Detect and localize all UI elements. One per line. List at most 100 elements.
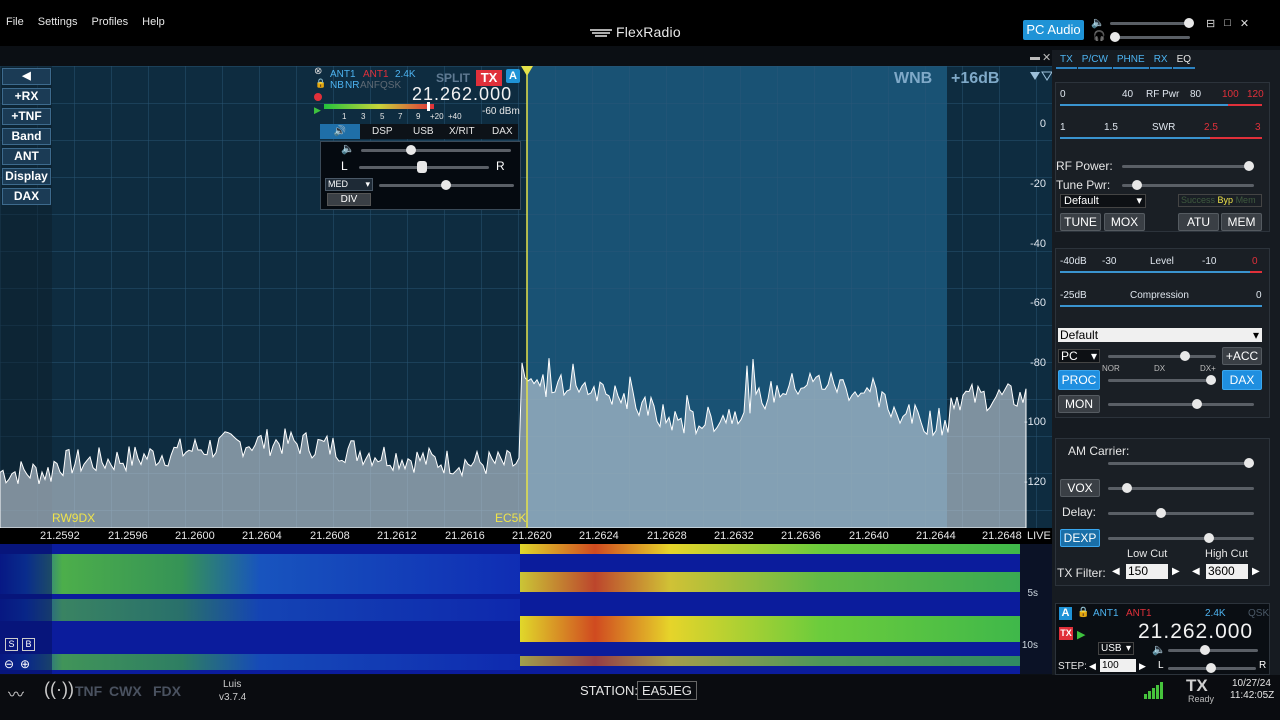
mon-button[interactable]: MON [1058, 395, 1100, 413]
tx-profile-select[interactable]: Default ▾ [1060, 194, 1146, 208]
mini-qsk[interactable]: QSK [1248, 608, 1269, 619]
wnb-indicator[interactable]: WNB [894, 70, 932, 88]
tune-button[interactable]: TUNE [1060, 213, 1101, 231]
dsp-tab[interactable]: DSP [372, 126, 393, 137]
proc-level-slider[interactable] [1108, 375, 1216, 385]
close-slice-icon[interactable]: ⊗ [314, 66, 322, 77]
frequency-scale[interactable]: 21.2592 21.2596 21.2600 21.2604 21.2608 … [0, 528, 1052, 544]
station-name[interactable]: EA5JEG [637, 681, 697, 700]
record-icon[interactable] [314, 93, 322, 101]
mini-speaker-icon[interactable]: 🔈 [1152, 643, 1166, 656]
step-increase-icon[interactable]: ▶ [1139, 661, 1146, 672]
mini-pan-slider[interactable] [1168, 663, 1256, 673]
monitor-volume-slider[interactable] [1108, 399, 1254, 409]
ant-button[interactable]: ANT [2, 148, 51, 165]
volume-speaker-icon[interactable]: 🔈 [341, 142, 355, 155]
spot-label[interactable]: RW9DX [52, 511, 95, 525]
high-cut-input[interactable]: 3600 [1206, 564, 1248, 579]
band-button[interactable]: Band [2, 128, 51, 145]
nb-flag[interactable]: NB [330, 80, 344, 91]
zoom-out-icon[interactable]: ⊖ [4, 657, 14, 671]
step-input[interactable]: 100 [1100, 659, 1136, 672]
anf-flag[interactable]: ANF [360, 80, 380, 91]
add-tnf-button[interactable]: +TNF [2, 108, 51, 125]
audio-tab-speaker-icon[interactable]: 🔊 [320, 124, 360, 139]
div-button[interactable]: DIV [327, 193, 371, 206]
slice-volume-slider[interactable] [361, 145, 511, 155]
filter-width[interactable]: 2.4K [395, 69, 416, 80]
dax-tx-button[interactable]: DAX [1222, 370, 1262, 390]
proc-button[interactable]: PROC [1058, 370, 1100, 390]
dexp-button[interactable]: DEXP [1060, 529, 1100, 547]
maximize-icon[interactable]: □ [1224, 17, 1231, 30]
tab-eq[interactable]: EQ [1172, 52, 1196, 69]
tnf-toggle[interactable]: TNF [75, 683, 102, 699]
zoom-in-icon[interactable]: ⊕ [20, 657, 30, 671]
split-button[interactable]: SPLIT [436, 71, 470, 85]
mini-filter-width[interactable]: 2.4K [1205, 608, 1226, 619]
dax-button[interactable]: DAX [2, 188, 51, 205]
mini-play-icon[interactable]: ▶ [1077, 628, 1085, 641]
mode-tab[interactable]: USB [413, 126, 434, 137]
agc-threshold-slider[interactable] [379, 180, 514, 190]
mini-rx-antenna[interactable]: ANT1 [1093, 608, 1119, 619]
slice-pan-slider[interactable] [359, 161, 489, 173]
tab-pcw[interactable]: P/CW [1077, 52, 1112, 69]
low-cut-input[interactable]: 150 [1126, 564, 1168, 579]
high-cut-decrease-icon[interactable]: ◀ [1192, 566, 1200, 577]
menu-help[interactable]: Help [142, 16, 165, 32]
waveform-icon[interactable]: 〰 [8, 681, 24, 705]
tab-rx[interactable]: RX [1149, 52, 1172, 69]
add-rx-button[interactable]: +RX [2, 88, 51, 105]
display-button[interactable]: Display [2, 168, 51, 185]
panadapter-menu-icon[interactable]: ▬ [1030, 52, 1040, 63]
mini-slice-frequency[interactable]: 21.262.000 [1138, 620, 1253, 644]
nr-flag[interactable]: NR [345, 80, 359, 91]
cwx-toggle[interactable]: CWX [109, 683, 142, 699]
am-carrier-slider[interactable] [1108, 458, 1254, 468]
vox-delay-slider[interactable] [1108, 508, 1254, 518]
mini-mode-select[interactable]: USB ▾ [1098, 642, 1134, 655]
play-icon[interactable]: ▶ [314, 105, 321, 116]
mic-profile-select[interactable]: Default ▾ [1058, 328, 1262, 342]
agc-mode-select[interactable]: MED ▾ [325, 178, 373, 191]
vox-level-slider[interactable] [1108, 483, 1254, 493]
broadcast-icon[interactable]: ((·)) [44, 679, 74, 700]
mic-gain-slider[interactable] [1108, 351, 1216, 361]
vox-button[interactable]: VOX [1060, 479, 1100, 497]
menu-settings[interactable]: Settings [38, 16, 78, 32]
mini-tx-button[interactable]: TX [1059, 627, 1073, 640]
mox-button[interactable]: MOX [1104, 213, 1145, 231]
live-indicator[interactable]: LIVE [1027, 530, 1051, 542]
mic-source-select[interactable]: PC ▾ [1058, 349, 1100, 363]
b-button[interactable]: B [22, 638, 35, 651]
waterfall[interactable]: 5s 10s S B ⊖ ⊕ [0, 544, 1052, 674]
mini-tx-antenna[interactable]: ANT1 [1126, 608, 1152, 619]
master-volume-slider[interactable] [1110, 18, 1194, 28]
mem-button[interactable]: MEM [1221, 213, 1262, 231]
lock-icon[interactable]: 🔒 [315, 78, 326, 89]
mini-volume-slider[interactable] [1168, 645, 1258, 655]
low-cut-decrease-icon[interactable]: ◀ [1112, 566, 1120, 577]
tx-antenna[interactable]: ANT1 [363, 69, 389, 80]
panadapter[interactable]: 0 -20 -40 -60 -80 -100 -120 RW9DX EC5K [0, 66, 1052, 528]
collapse-arrow-icon[interactable]: ◀ [2, 68, 51, 85]
acc-button[interactable]: +ACC [1222, 347, 1262, 365]
xrit-tab[interactable]: X/RIT [449, 126, 475, 137]
menu-profiles[interactable]: Profiles [91, 16, 128, 32]
minimize-icon[interactable]: ⊟ [1206, 17, 1215, 30]
spot-label[interactable]: EC5K [495, 511, 526, 525]
qsk-flag[interactable]: QSK [380, 80, 401, 91]
pc-audio-button[interactable]: PC Audio [1023, 20, 1084, 40]
dax-tab[interactable]: DAX [492, 126, 513, 137]
menu-file[interactable]: File [6, 16, 24, 32]
atu-button[interactable]: ATU [1178, 213, 1219, 231]
tab-tx[interactable]: TX [1056, 52, 1077, 69]
s-button[interactable]: S [5, 638, 18, 651]
step-decrease-icon[interactable]: ◀ [1089, 661, 1096, 672]
tab-phne[interactable]: PHNE [1112, 52, 1149, 69]
dexp-slider[interactable] [1108, 533, 1254, 543]
rf-power-slider[interactable] [1122, 161, 1254, 171]
low-cut-increase-icon[interactable]: ▶ [1172, 566, 1180, 577]
headphone-volume-slider[interactable] [1110, 32, 1190, 42]
